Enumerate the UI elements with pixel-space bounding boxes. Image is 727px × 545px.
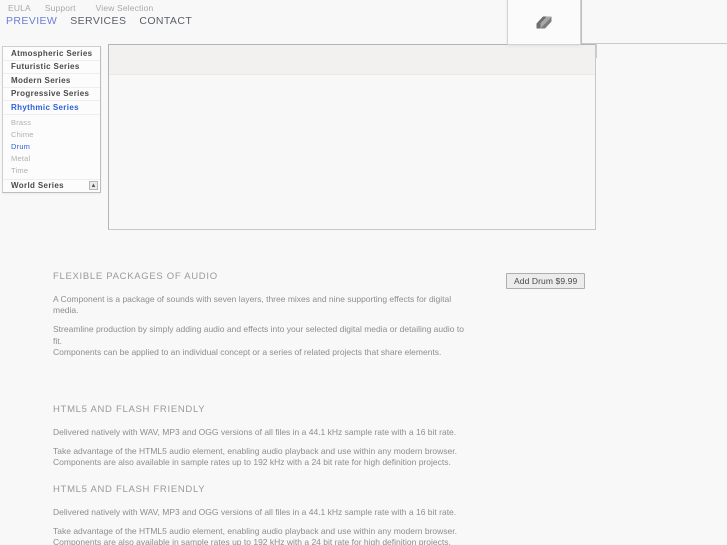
section-paragraph: Components are also available in sample … bbox=[53, 537, 451, 545]
section-html5-flash-friendly: HTML5 AND FLASH FRIENDLY Delivered nativ… bbox=[53, 404, 473, 469]
sidebar-item-modern-series[interactable]: Modern Series bbox=[3, 74, 100, 88]
sidebar-item-futuristic-series[interactable]: Futuristic Series bbox=[3, 61, 100, 74]
scroll-up-icon[interactable]: ▲ bbox=[89, 181, 98, 190]
section-title: FLEXIBLE PACKAGES OF AUDIO bbox=[53, 271, 218, 282]
add-drum-button-label: Add Drum $9.99 bbox=[514, 276, 578, 286]
sidebar-item-atmospheric-series[interactable]: Atmospheric Series bbox=[3, 47, 100, 61]
utility-nav: EULA Support View Selection bbox=[8, 2, 153, 13]
section-flexible-packages: FLEXIBLE PACKAGES OF AUDIO A Component i… bbox=[53, 271, 473, 358]
panel-divider-vertical-secondary bbox=[596, 44, 597, 58]
sidebar-item-rhythmic-series[interactable]: Rhythmic Series bbox=[3, 101, 100, 115]
section-title: HTML5 AND FLASH FRIENDLY bbox=[53, 404, 206, 415]
section-paragraph: Delivered natively with WAV, MP3 and OGG… bbox=[53, 427, 457, 437]
sidebar-subitem-time[interactable]: Time bbox=[3, 165, 100, 177]
section-paragraph: Components can be applied to an individu… bbox=[53, 346, 442, 357]
nav-tab-services[interactable]: SERVICES bbox=[70, 15, 126, 27]
sidebar-subitem-list: Brass Chime Drum Metal Time bbox=[3, 115, 100, 179]
sidebar-group-world: World Series bbox=[3, 178, 100, 193]
section-paragraph: Components are also available in sample … bbox=[53, 457, 451, 468]
nav-tab-preview[interactable]: PREVIEW bbox=[6, 15, 57, 27]
section-paragraph: A Component is a package of sounds with … bbox=[53, 294, 452, 316]
utility-link-view-selection[interactable]: View Selection bbox=[96, 3, 154, 13]
preview-panel bbox=[108, 44, 596, 230]
layers-icon[interactable] bbox=[533, 11, 555, 33]
section-paragraph: Streamline production by simply adding a… bbox=[53, 324, 464, 346]
section-title: HTML5 AND FLASH FRIENDLY bbox=[53, 484, 206, 495]
main-nav: PREVIEW SERVICES CONTACT bbox=[6, 14, 192, 28]
utility-link-eula[interactable]: EULA bbox=[8, 3, 31, 13]
section-paragraph: Take advantage of the HTML5 audio elemen… bbox=[53, 446, 458, 457]
section-html5-flash-friendly-duplicate: HTML5 AND FLASH FRIENDLY Delivered nativ… bbox=[53, 484, 473, 545]
nav-tab-contact[interactable]: CONTACT bbox=[139, 15, 192, 27]
scroll-up-glyph: ▲ bbox=[90, 182, 97, 189]
tool-panel[interactable] bbox=[507, 0, 581, 45]
utility-link-support[interactable]: Support bbox=[45, 3, 76, 13]
sidebar-item-world-series[interactable]: World Series bbox=[3, 180, 100, 193]
sidebar-subitem-brass[interactable]: Brass bbox=[3, 117, 100, 129]
sidebar-subitem-metal[interactable]: Metal bbox=[3, 153, 100, 165]
sidebar-subitem-chime[interactable]: Chime bbox=[3, 129, 100, 141]
app-page: EULA Support View Selection PREVIEW SERV… bbox=[0, 0, 727, 545]
preview-panel-header-band bbox=[109, 45, 595, 75]
section-paragraph: Delivered natively with WAV, MP3 and OGG… bbox=[53, 507, 457, 517]
panel-divider-horizontal bbox=[581, 43, 727, 44]
section-paragraph: Take advantage of the HTML5 audio elemen… bbox=[53, 526, 458, 537]
series-sidebar[interactable]: Atmospheric Series Futuristic Series Mod… bbox=[2, 46, 101, 193]
top-navigation: EULA Support View Selection PREVIEW SERV… bbox=[0, 0, 727, 30]
sidebar-item-progressive-series[interactable]: Progressive Series bbox=[3, 88, 100, 101]
sidebar-subitem-drum[interactable]: Drum bbox=[3, 141, 100, 153]
add-drum-button[interactable]: Add Drum $9.99 bbox=[506, 273, 586, 289]
